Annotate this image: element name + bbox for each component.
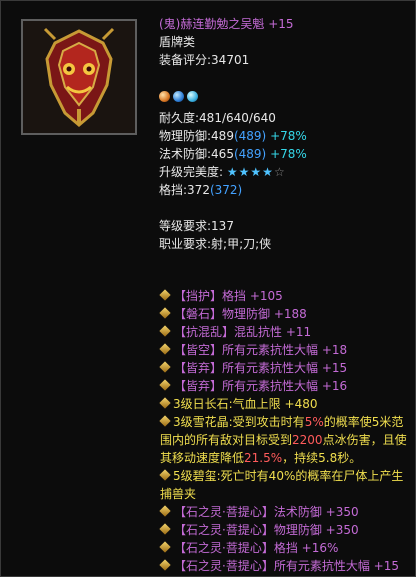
affix-text: 【皆弃】所有元素抗性大幅 bbox=[174, 379, 319, 393]
enhance-level: +15 bbox=[268, 17, 294, 31]
gem-chance: 5% bbox=[304, 415, 324, 429]
score-value: 34701 bbox=[211, 53, 250, 67]
affix-text: 【皆弃】所有元素抗性大幅 bbox=[174, 361, 319, 375]
affix-text: 【皆空】所有元素抗性大幅 bbox=[174, 343, 319, 357]
bullet-icon bbox=[159, 541, 171, 553]
block-label: 格挡:372 bbox=[159, 183, 210, 197]
spirit-text: 【石之灵·菩提心】物理防御 bbox=[174, 523, 322, 537]
gem-text: ，持续5.8秒。 bbox=[282, 451, 362, 465]
magic-def: 法术防御:465(489) +78% bbox=[159, 145, 409, 163]
bullet-icon bbox=[159, 469, 171, 481]
affix-text: 【挡护】格挡 bbox=[174, 289, 247, 303]
spirit-row: 【石之灵·菩提心】所有元素抗性大幅 +15 bbox=[159, 557, 410, 575]
phys-def-label: 物理防御:489 bbox=[159, 129, 234, 143]
gem-slow: 21.5% bbox=[244, 451, 283, 465]
score-label: 装备评分: bbox=[159, 53, 212, 67]
item-type: 盾牌类 bbox=[159, 35, 196, 49]
affix-row: 【皆弃】所有元素抗性大幅 +15 bbox=[159, 359, 410, 377]
bullet-icon bbox=[159, 559, 171, 571]
spirit-text: 【石之灵·菩提心】法术防御 bbox=[174, 505, 322, 519]
phys-def-pct: +78% bbox=[270, 129, 307, 143]
spirit-row: 【石之灵·菩提心】法术防御 +350 bbox=[159, 503, 410, 521]
affix-bonus: +15 bbox=[321, 361, 348, 375]
bullet-icon bbox=[159, 361, 171, 373]
item-tooltip: (鬼)赫连勤勉之吴魁 +15 盾牌类 装备评分:34701 耐久度:481/64… bbox=[0, 0, 416, 577]
item-header: (鬼)赫连勤勉之吴魁 +15 盾牌类 装备评分:34701 耐久度:481/64… bbox=[159, 15, 409, 253]
spirit-text: 【石之灵·菩提心】所有元素抗性大幅 bbox=[174, 559, 370, 573]
gem-text: 3级日长石:气血上限 bbox=[173, 397, 281, 411]
magic-def-label: 法术防御:465 bbox=[159, 147, 234, 161]
affix-row: 【皆空】所有元素抗性大幅 +18 bbox=[159, 341, 410, 359]
phys-def: 物理防御:489(489) +78% bbox=[159, 127, 409, 145]
bullet-icon bbox=[159, 289, 171, 301]
star-filled-icon: ★ bbox=[226, 165, 239, 179]
spirit-row: 【石之灵·菩提心】物理防御 +350 bbox=[159, 521, 410, 539]
spirit-bonus: +16% bbox=[301, 541, 339, 555]
phys-def-bonus: (489) bbox=[233, 129, 267, 143]
affix-row: 【磐石】物理防御 +188 bbox=[159, 305, 410, 323]
level-requirement: 等级要求:137 bbox=[159, 219, 234, 233]
affix-bonus: +188 bbox=[273, 307, 307, 321]
bullet-icon bbox=[159, 343, 171, 355]
item-title: (鬼)赫连勤勉之吴魁 +15 bbox=[159, 15, 409, 33]
spirit-bonus: +350 bbox=[325, 505, 359, 519]
affix-row: 【抗混乱】混乱抗性 +11 bbox=[159, 323, 410, 341]
block: 格挡:372(372) bbox=[159, 181, 409, 199]
affix-bonus: +11 bbox=[285, 325, 312, 339]
ice-gem-icon bbox=[187, 91, 198, 102]
star-empty-icon: ☆ bbox=[273, 165, 286, 179]
upgrade-perfection: 升级完美度: ★★★★☆ bbox=[159, 163, 409, 181]
star-filled-icon: ★ bbox=[250, 165, 263, 179]
durability: 耐久度:481/640/640 bbox=[159, 111, 276, 125]
fire-gem-icon bbox=[159, 91, 170, 102]
item-name: (鬼)赫连勤勉之吴魁 bbox=[159, 17, 265, 31]
spirit-text: 【石之灵·菩提心】格挡 bbox=[174, 541, 298, 555]
gem-damage: 2200 bbox=[292, 433, 323, 447]
bullet-icon bbox=[159, 523, 171, 535]
bullet-icon bbox=[159, 505, 171, 517]
star-filled-icon: ★ bbox=[262, 165, 274, 179]
bullet-icon bbox=[159, 379, 171, 391]
water-gem-icon bbox=[173, 91, 184, 102]
affix-bonus: +105 bbox=[249, 289, 283, 303]
bullet-icon bbox=[159, 397, 171, 409]
gem-row: 3级雪花晶:受到攻击时有5%的概率使5米范围内的所有敌对目标受到2200点冰伤害… bbox=[159, 413, 410, 467]
affix-bonus: +16 bbox=[321, 379, 348, 393]
spirit-row: 【石之灵·菩提心】格挡 +16% bbox=[159, 539, 410, 557]
affix-text: 【磐石】物理防御 bbox=[174, 307, 271, 321]
affix-row: 【皆弃】所有元素抗性大幅 +16 bbox=[159, 377, 410, 395]
bullet-icon bbox=[159, 415, 171, 427]
perfect-label: 升级完美度: bbox=[159, 165, 224, 179]
magic-def-pct: +78% bbox=[270, 147, 307, 161]
affix-list: 【挡护】格挡 +105 【磐石】物理防御 +188 【抗混乱】混乱抗性 +11 … bbox=[159, 287, 410, 575]
magic-def-bonus: (489) bbox=[233, 147, 267, 161]
spirit-bonus: +350 bbox=[325, 523, 359, 537]
perfection-stars: ★★★★☆ bbox=[227, 165, 286, 179]
star-filled-icon: ★ bbox=[238, 165, 251, 179]
class-requirement: 职业要求:射;甲;刀;侠 bbox=[159, 237, 272, 251]
gem-row: 3级日长石:气血上限 +480 bbox=[159, 395, 410, 413]
gem-row: 5级碧玺:死亡时有40%的概率在尸体上产生捕兽夹 bbox=[159, 467, 410, 503]
affix-row: 【挡护】格挡 +105 bbox=[159, 287, 410, 305]
item-score: 装备评分:34701 bbox=[159, 51, 409, 69]
block-bonus: (372) bbox=[209, 183, 243, 197]
gem-text: 5级碧玺:死亡时有40%的概率在尸体上产生捕兽夹 bbox=[160, 469, 404, 501]
bullet-icon bbox=[159, 325, 171, 337]
gem-bonus: +480 bbox=[284, 397, 318, 411]
bullet-icon bbox=[159, 307, 171, 319]
spirit-bonus: +15 bbox=[373, 559, 399, 573]
affix-bonus: +18 bbox=[321, 343, 348, 357]
item-icon-frame bbox=[21, 19, 137, 135]
gem-text: 3级雪花晶:受到攻击时有 bbox=[173, 415, 305, 429]
demon-shield-icon bbox=[23, 21, 135, 133]
affix-text: 【抗混乱】混乱抗性 bbox=[174, 325, 283, 339]
socket-gems bbox=[159, 91, 409, 105]
